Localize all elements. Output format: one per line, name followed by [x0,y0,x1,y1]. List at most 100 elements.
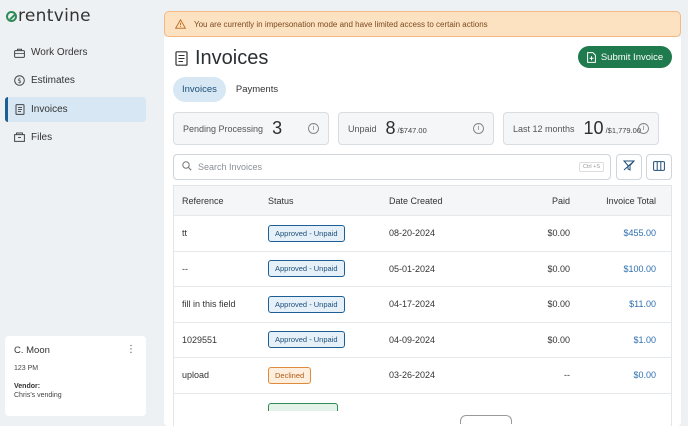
column-header-date-created[interactable]: Date Created [389,196,510,206]
stat-sub-amount: /$1,779.00 [605,126,642,135]
vendor-label: Vendor: [14,383,41,390]
status-badge: Declined [268,366,312,384]
column-header-reference[interactable]: Reference [174,196,268,206]
sidebar-item-label: Work Orders [31,47,88,58]
cell-paid: $0.00 [547,263,570,274]
page-title: Invoices [175,47,268,70]
page-title-text: Invoices [195,47,269,69]
briefcase-icon [14,47,25,58]
info-icon[interactable]: i [473,123,484,134]
main-panel: Invoices Submit Invoice Invoices Payment… [164,37,681,426]
invoice-total-link[interactable]: $11.00 [629,299,656,309]
info-icon[interactable]: i [308,123,319,134]
search-input[interactable] [198,162,558,172]
table-row[interactable] [174,392,671,413]
stats-row: Pending Processing 3 i Unpaid 8 /$747.00… [173,112,668,145]
column-header-status[interactable]: Status [268,196,389,206]
cell-reference: upload [182,370,210,381]
logo-mark-icon [6,10,17,22]
stat-value: 10 [583,118,604,138]
columns-button[interactable] [646,154,672,180]
cell-paid: -- [564,370,570,381]
submit-invoice-label: Submit Invoice [600,51,664,63]
sidebar-item-estimates[interactable]: $ Estimates [5,68,146,93]
sidebar-item-invoices[interactable]: Invoices [5,96,146,122]
user-card: C. Moon ⋮ 123 PM Vendor: Chris's vending [5,336,146,416]
status-badge: Approved - Unpaid [268,295,345,313]
search-icon [182,158,192,176]
table-row[interactable]: tt Approved - Unpaid 08-20-2024 $0.00 $4… [174,215,671,251]
dollar-circle-icon: $ [14,75,25,87]
stat-unpaid[interactable]: Unpaid 8 /$747.00 i [338,112,494,145]
table-row[interactable]: 1029551 Approved - Unpaid 04-09-2024 $0.… [174,321,671,358]
cell-reference: -- [182,263,188,274]
submit-invoice-button[interactable]: Submit Invoice [578,46,672,68]
status-badge: Approved - Unpaid [268,331,345,349]
stat-value: 8 [385,118,396,138]
status-badge [268,402,338,411]
kebab-menu-icon[interactable]: ⋮ [126,344,136,355]
vendor-name: Chris's vending [14,392,62,399]
sidebar-item-label: Invoices [31,103,68,115]
invoice-total-link[interactable]: $100.00 [623,264,656,274]
invoice-total-link[interactable]: $0.00 [633,370,656,380]
tab-invoices[interactable]: Invoices [173,77,226,102]
status-badge: Approved - Unpaid [268,224,345,242]
column-header-invoice-total[interactable]: Invoice Total [570,196,666,206]
info-icon[interactable]: i [638,123,649,134]
cell-date: 04-09-2024 [389,334,436,345]
tabs: Invoices Payments [173,77,288,102]
table-header: Reference Status Date Created Paid Invoi… [174,186,671,215]
cell-reference: tt [182,228,188,239]
sidebar-item-work-orders[interactable]: Work Orders [5,40,146,65]
file-plus-icon [586,51,596,63]
warning-icon [175,19,186,29]
table-row[interactable]: -- Approved - Unpaid 05-01-2024 $0.00 $1… [174,250,671,287]
invoice-total-link[interactable]: $455.00 [623,228,656,238]
scroll-indicator[interactable] [460,415,512,424]
column-header-paid[interactable]: Paid [510,196,570,206]
folder-icon [14,132,25,143]
rentvine-logo[interactable]: rentvine [6,6,91,26]
logo-text: rentvine [18,6,91,26]
invoices-table: Reference Status Date Created Paid Invoi… [173,185,672,426]
receipt-icon [14,103,25,115]
columns-icon [653,158,665,176]
sidebar-item-label: Estimates [31,75,75,87]
cell-paid: $0.00 [547,228,570,239]
user-time: 123 PM [14,365,39,372]
cell-reference: fill in this field [182,299,236,310]
stat-label: Last 12 months [513,123,575,134]
sidebar-item-label: Files [31,131,53,143]
cell-reference: 1029551 [182,334,218,345]
impersonation-banner: You are currently in impersonation mode … [164,11,681,37]
cell-date: 03-26-2024 [389,370,436,381]
sidebar-item-files[interactable]: Files [5,125,146,150]
cell-date: 04-17-2024 [389,299,436,310]
banner-text: You are currently in impersonation mode … [194,19,488,29]
table-row[interactable]: fill in this field Approved - Unpaid 04-… [174,286,671,322]
receipt-icon [175,51,188,66]
table-row[interactable]: upload Declined 03-26-2024 -- $0.00 [174,357,671,393]
user-name: C. Moon [14,345,50,356]
stat-label: Unpaid [348,123,377,134]
status-badge: Approved - Unpaid [268,260,345,278]
cell-date: 08-20-2024 [389,228,436,239]
search-shortcut-hint: Ctrl +S [579,162,604,172]
tab-payments[interactable]: Payments [227,77,287,102]
svg-text:$: $ [17,77,21,85]
stat-value: 3 [272,118,283,138]
clear-filter-button[interactable] [616,154,642,180]
stat-pending-processing[interactable]: Pending Processing 3 i [173,112,329,145]
invoice-total-link[interactable]: $1.00 [633,335,656,345]
cell-date: 05-01-2024 [389,263,436,274]
stat-label: Pending Processing [183,123,264,134]
stat-last-12-months[interactable]: Last 12 months 10 /$1,779.00 i [503,112,659,145]
cell-paid: $0.00 [547,299,570,310]
cell-paid: $0.00 [547,334,570,345]
sidebar-nav: Work Orders $ Estimates Invoices Files [5,40,146,153]
sidebar: rentvine Work Orders $ Estimates Invoice… [0,0,154,426]
filter-off-icon [622,158,636,176]
stat-sub-amount: /$747.00 [397,126,427,135]
search-box: Ctrl +S [173,154,611,180]
